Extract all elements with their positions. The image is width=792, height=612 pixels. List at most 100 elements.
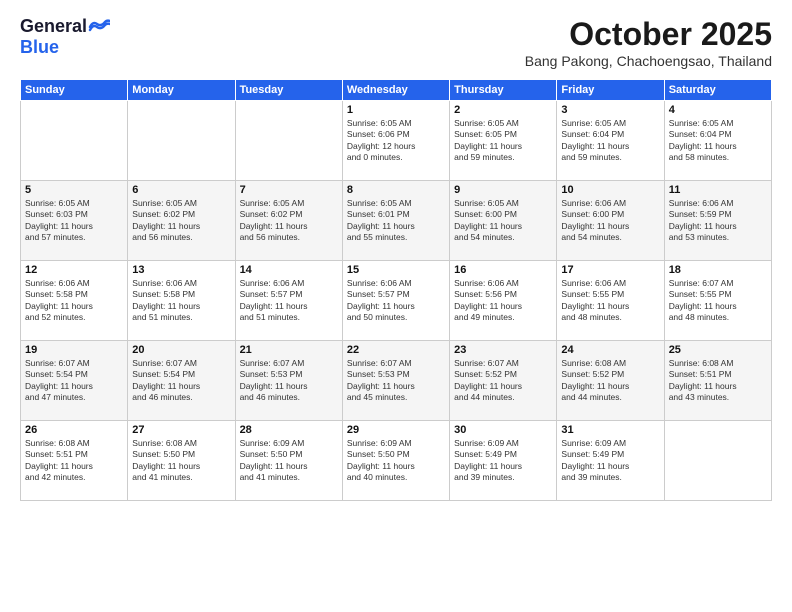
weekday-header: Friday [557, 80, 664, 101]
day-info: Sunrise: 6:05 AM Sunset: 6:02 PM Dayligh… [132, 198, 230, 244]
day-number: 12 [25, 264, 123, 276]
day-info: Sunrise: 6:05 AM Sunset: 6:01 PM Dayligh… [347, 198, 445, 244]
day-info: Sunrise: 6:07 AM Sunset: 5:53 PM Dayligh… [240, 358, 338, 404]
day-info: Sunrise: 6:08 AM Sunset: 5:51 PM Dayligh… [25, 438, 123, 484]
day-number: 30 [454, 424, 552, 436]
day-number: 6 [132, 184, 230, 196]
location-title: Bang Pakong, Chachoengsao, Thailand [525, 53, 772, 69]
day-info: Sunrise: 6:05 AM Sunset: 6:03 PM Dayligh… [25, 198, 123, 244]
weekday-header: Monday [128, 80, 235, 101]
calendar-cell: 15 Sunrise: 6:06 AM Sunset: 5:57 PM Dayli… [342, 261, 449, 341]
day-number: 19 [25, 344, 123, 356]
day-info: Sunrise: 6:05 AM Sunset: 6:02 PM Dayligh… [240, 198, 338, 244]
day-info: Sunrise: 6:07 AM Sunset: 5:55 PM Dayligh… [669, 278, 767, 324]
day-number: 23 [454, 344, 552, 356]
logo: General Blue [20, 16, 110, 58]
day-info: Sunrise: 6:06 AM Sunset: 5:58 PM Dayligh… [25, 278, 123, 324]
calendar-cell: 18 Sunrise: 6:07 AM Sunset: 5:55 PM Dayli… [664, 261, 771, 341]
calendar-cell: 10 Sunrise: 6:06 AM Sunset: 6:00 PM Dayli… [557, 181, 664, 261]
day-number: 5 [25, 184, 123, 196]
weekday-header: Sunday [21, 80, 128, 101]
calendar-row: 1 Sunrise: 6:05 AM Sunset: 6:06 PM Daylig… [21, 101, 772, 181]
day-number: 29 [347, 424, 445, 436]
logo-general-text: General [20, 16, 87, 37]
calendar-cell: 7 Sunrise: 6:05 AM Sunset: 6:02 PM Daylig… [235, 181, 342, 261]
calendar-cell: 16 Sunrise: 6:06 AM Sunset: 5:56 PM Dayli… [450, 261, 557, 341]
day-number: 7 [240, 184, 338, 196]
calendar-cell: 12 Sunrise: 6:06 AM Sunset: 5:58 PM Dayli… [21, 261, 128, 341]
calendar-cell: 5 Sunrise: 6:05 AM Sunset: 6:03 PM Daylig… [21, 181, 128, 261]
calendar-cell: 17 Sunrise: 6:06 AM Sunset: 5:55 PM Dayli… [557, 261, 664, 341]
day-number: 22 [347, 344, 445, 356]
day-info: Sunrise: 6:07 AM Sunset: 5:52 PM Dayligh… [454, 358, 552, 404]
day-number: 4 [669, 104, 767, 116]
day-info: Sunrise: 6:09 AM Sunset: 5:49 PM Dayligh… [454, 438, 552, 484]
day-number: 31 [561, 424, 659, 436]
calendar-cell: 28 Sunrise: 6:09 AM Sunset: 5:50 PM Dayli… [235, 421, 342, 501]
calendar-cell: 30 Sunrise: 6:09 AM Sunset: 5:49 PM Dayli… [450, 421, 557, 501]
day-number: 17 [561, 264, 659, 276]
calendar-row: 19Sunrise: 6:07 AM Sunset: 5:54 PM Dayli… [21, 341, 772, 421]
day-number: 28 [240, 424, 338, 436]
day-info: Sunrise: 6:05 AM Sunset: 6:04 PM Dayligh… [669, 118, 767, 164]
day-number: 27 [132, 424, 230, 436]
day-info: Sunrise: 6:08 AM Sunset: 5:52 PM Dayligh… [561, 358, 659, 404]
calendar-cell: 25 Sunrise: 6:08 AM Sunset: 5:51 PM Dayli… [664, 341, 771, 421]
day-number: 24 [561, 344, 659, 356]
day-info: Sunrise: 6:06 AM Sunset: 6:00 PM Dayligh… [561, 198, 659, 244]
month-title: October 2025 [525, 16, 772, 53]
day-info: Sunrise: 6:05 AM Sunset: 6:06 PM Dayligh… [347, 118, 445, 164]
calendar-row: 26 Sunrise: 6:08 AM Sunset: 5:51 PM Dayli… [21, 421, 772, 501]
day-number: 20 [132, 344, 230, 356]
day-number: 3 [561, 104, 659, 116]
day-number: 25 [669, 344, 767, 356]
day-info: Sunrise: 6:06 AM Sunset: 5:56 PM Dayligh… [454, 278, 552, 324]
calendar-table: SundayMondayTuesdayWednesdayThursdayFrid… [20, 79, 772, 501]
weekday-header: Tuesday [235, 80, 342, 101]
day-number: 16 [454, 264, 552, 276]
day-info: Sunrise: 6:08 AM Sunset: 5:51 PM Dayligh… [669, 358, 767, 404]
day-info: Sunrise: 6:07 AM Sunset: 5:53 PM Dayligh… [347, 358, 445, 404]
day-info: Sunrise: 6:06 AM Sunset: 5:55 PM Dayligh… [561, 278, 659, 324]
calendar-cell: 13Sunrise: 6:06 AM Sunset: 5:58 PM Dayli… [128, 261, 235, 341]
calendar-cell: 24 Sunrise: 6:08 AM Sunset: 5:52 PM Dayli… [557, 341, 664, 421]
calendar-cell: 19Sunrise: 6:07 AM Sunset: 5:54 PM Dayli… [21, 341, 128, 421]
day-info: Sunrise: 6:06 AM Sunset: 5:57 PM Dayligh… [347, 278, 445, 324]
calendar-cell: 22 Sunrise: 6:07 AM Sunset: 5:53 PM Dayli… [342, 341, 449, 421]
calendar-cell: 23 Sunrise: 6:07 AM Sunset: 5:52 PM Dayli… [450, 341, 557, 421]
calendar-cell: 4 Sunrise: 6:05 AM Sunset: 6:04 PM Daylig… [664, 101, 771, 181]
calendar-row: 12 Sunrise: 6:06 AM Sunset: 5:58 PM Dayli… [21, 261, 772, 341]
day-info: Sunrise: 6:09 AM Sunset: 5:50 PM Dayligh… [347, 438, 445, 484]
day-number: 11 [669, 184, 767, 196]
calendar-cell: 11 Sunrise: 6:06 AM Sunset: 5:59 PM Dayli… [664, 181, 771, 261]
calendar-cell: 27 Sunrise: 6:08 AM Sunset: 5:50 PM Dayli… [128, 421, 235, 501]
day-number: 15 [347, 264, 445, 276]
day-info: Sunrise: 6:05 AM Sunset: 6:04 PM Dayligh… [561, 118, 659, 164]
calendar-cell: 6 Sunrise: 6:05 AM Sunset: 6:02 PM Daylig… [128, 181, 235, 261]
logo-blue-text: Blue [20, 37, 59, 57]
weekday-header: Wednesday [342, 80, 449, 101]
calendar-cell: 21Sunrise: 6:07 AM Sunset: 5:53 PM Dayli… [235, 341, 342, 421]
calendar-cell: 29 Sunrise: 6:09 AM Sunset: 5:50 PM Dayli… [342, 421, 449, 501]
day-info: Sunrise: 6:06 AM Sunset: 5:58 PM Dayligh… [132, 278, 230, 324]
page-container: General Blue October 2025 Bang Pakong, C… [0, 0, 792, 612]
day-info: Sunrise: 6:08 AM Sunset: 5:50 PM Dayligh… [132, 438, 230, 484]
weekday-header: Saturday [664, 80, 771, 101]
calendar-cell [664, 421, 771, 501]
day-number: 14 [240, 264, 338, 276]
day-number: 1 [347, 104, 445, 116]
header: General Blue October 2025 Bang Pakong, C… [20, 16, 772, 69]
day-info: Sunrise: 6:06 AM Sunset: 5:57 PM Dayligh… [240, 278, 338, 324]
day-info: Sunrise: 6:09 AM Sunset: 5:50 PM Dayligh… [240, 438, 338, 484]
day-number: 8 [347, 184, 445, 196]
day-number: 26 [25, 424, 123, 436]
day-number: 10 [561, 184, 659, 196]
day-info: Sunrise: 6:06 AM Sunset: 5:59 PM Dayligh… [669, 198, 767, 244]
weekday-header-row: SundayMondayTuesdayWednesdayThursdayFrid… [21, 80, 772, 101]
title-block: October 2025 Bang Pakong, Chachoengsao, … [525, 16, 772, 69]
calendar-row: 5 Sunrise: 6:05 AM Sunset: 6:03 PM Daylig… [21, 181, 772, 261]
calendar-cell [21, 101, 128, 181]
day-number: 18 [669, 264, 767, 276]
logo-icon [88, 19, 110, 35]
calendar-cell: 1 Sunrise: 6:05 AM Sunset: 6:06 PM Daylig… [342, 101, 449, 181]
